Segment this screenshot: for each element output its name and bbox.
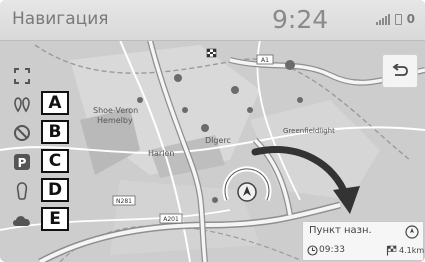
fuel-button[interactable] xyxy=(10,179,34,203)
back-button[interactable] xyxy=(382,54,418,88)
distance: 4.1km xyxy=(399,246,425,255)
svg-text:P: P xyxy=(18,156,27,170)
avoid-button[interactable] xyxy=(10,121,34,145)
parking-icon: P xyxy=(14,154,30,170)
svg-text:Harlen: Harlen xyxy=(148,149,174,158)
avoid-icon xyxy=(14,125,30,141)
svg-text:N281: N281 xyxy=(116,198,132,205)
label-e: E xyxy=(41,207,69,231)
parking-button[interactable]: P xyxy=(10,150,34,174)
svg-text:Dlgerc: Dlgerc xyxy=(205,136,231,145)
signal-icon xyxy=(375,14,390,25)
map-pins-icon xyxy=(14,97,30,113)
map-pins-button[interactable] xyxy=(10,92,34,116)
status-count: 0 xyxy=(406,12,415,26)
label-d: D xyxy=(41,178,69,202)
label-c: C xyxy=(41,149,69,173)
svg-text:Shoe-Veron: Shoe-Veron xyxy=(93,106,138,115)
checkered-flag-icon xyxy=(386,245,397,256)
svg-text:A1: A1 xyxy=(261,57,269,64)
compass-icon xyxy=(405,225,419,239)
navigation-screen: A1 N281 A201 Shoe-Veron Hemelby Harlen D… xyxy=(0,0,425,262)
screen-title: Навигация xyxy=(12,9,109,29)
weather-icon xyxy=(13,216,30,226)
status-bar: Навигация 9:24 0 xyxy=(0,0,425,41)
label-a: A xyxy=(41,91,69,115)
back-arrow-icon xyxy=(392,64,408,76)
eta-time: 09:33 xyxy=(319,245,345,255)
expand-map-button[interactable] xyxy=(10,64,34,88)
destination-title: Пункт назн. xyxy=(309,225,372,236)
svg-text:Hemelby: Hemelby xyxy=(97,116,133,125)
weather-button[interactable] xyxy=(10,208,34,232)
status-icons: 0 xyxy=(375,12,415,26)
fuel-icon xyxy=(16,182,28,200)
svg-text:A201: A201 xyxy=(163,216,179,223)
label-b: B xyxy=(41,120,69,144)
phone-icon xyxy=(394,14,402,25)
svg-text:Greenfieldlight: Greenfieldlight xyxy=(283,127,335,135)
clock: 9:24 xyxy=(272,5,329,34)
expand-map-icon xyxy=(14,68,30,84)
destination-panel[interactable]: Пункт назн. 09:33 4.1km xyxy=(302,221,424,261)
clock-icon xyxy=(307,245,318,256)
